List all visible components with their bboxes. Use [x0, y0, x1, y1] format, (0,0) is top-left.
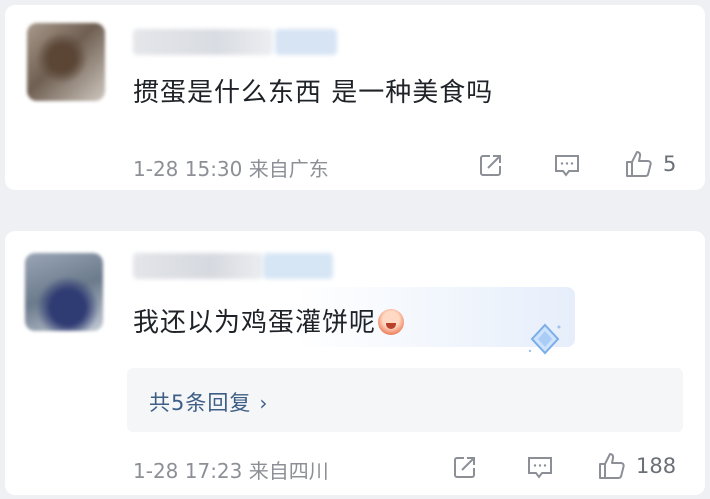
- comment-location: 来自广东: [248, 157, 329, 181]
- like-button[interactable]: 5: [623, 148, 676, 180]
- comment-icon: [552, 151, 582, 179]
- comment-card: 我还以为鸡蛋灌饼呢 共5条回复 › 1-28 17:23 来自四川 188: [5, 231, 705, 495]
- reply-summary: 共5条回复 ›: [149, 387, 268, 417]
- comment-location: 来自四川: [248, 459, 329, 483]
- user-badge-blurred: [263, 253, 333, 279]
- reply-button[interactable]: [525, 453, 555, 481]
- comment-text: 掼蛋是什么东西 是一种美食吗: [133, 78, 494, 108]
- avatar[interactable]: [27, 23, 105, 101]
- diamond-badge-icon: [525, 319, 565, 359]
- comment-timestamp: 1-28 15:30: [133, 157, 243, 181]
- username-blurred[interactable]: [133, 29, 273, 55]
- comment-text: 我还以为鸡蛋灌饼呢: [133, 302, 405, 339]
- comment-card: 掼蛋是什么东西 是一种美食吗 1-28 15:30 来自广东 5: [5, 5, 705, 190]
- share-button[interactable]: [477, 151, 505, 179]
- like-count: 5: [663, 152, 677, 176]
- comment-meta: 1-28 15:30 来自广东: [133, 153, 329, 182]
- username-blurred[interactable]: [133, 253, 263, 279]
- reply-summary-label: 共5条回复: [149, 391, 252, 415]
- share-icon: [451, 453, 479, 481]
- comment-timestamp: 1-28 17:23: [133, 459, 243, 483]
- share-button[interactable]: [451, 453, 479, 481]
- like-button[interactable]: 188: [596, 450, 676, 482]
- thumbs-up-icon: [596, 450, 628, 482]
- share-icon: [477, 151, 505, 179]
- avatar[interactable]: [25, 253, 103, 331]
- user-badge-blurred: [275, 29, 337, 55]
- thumbs-up-icon: [623, 148, 655, 180]
- comment-meta: 1-28 17:23 来自四川: [133, 455, 329, 484]
- view-replies-button[interactable]: 共5条回复 ›: [127, 368, 683, 432]
- comment-text-content: 我还以为鸡蛋灌饼呢: [133, 308, 377, 338]
- reply-button[interactable]: [552, 151, 582, 179]
- chevron-right-icon: ›: [259, 391, 269, 415]
- like-count: 188: [636, 454, 677, 478]
- laughing-emoji-icon: [378, 309, 405, 335]
- comment-icon: [525, 453, 555, 481]
